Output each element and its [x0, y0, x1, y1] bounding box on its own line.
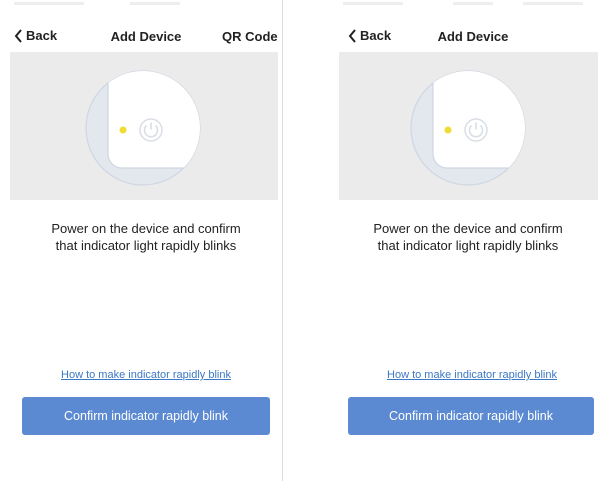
back-label: Back [26, 28, 58, 43]
qr-code-button[interactable]: QR Code [222, 29, 278, 44]
instruction-text: Power on the device and confirm that ind… [373, 220, 562, 254]
confirm-blink-button[interactable]: Confirm indicator rapidly blink [348, 397, 594, 435]
power-icon [464, 118, 488, 142]
instruction-line-1: Power on the device and confirm [373, 221, 563, 236]
chevron-left-icon [14, 28, 22, 43]
device-illustration-panel [10, 52, 278, 200]
instruction-text: Power on the device and confirm that ind… [51, 220, 240, 254]
status-bar-residue [14, 2, 84, 5]
indicator-light-icon [119, 126, 127, 134]
screen-add-device-left: Back Add Device QR Code Power on the dev… [0, 0, 282, 481]
screen-add-device-right: Back Add Device Power on the device and … [283, 0, 598, 481]
status-bar-residue [343, 2, 403, 5]
status-bar-residue [523, 2, 583, 5]
page-title: Add Device [437, 29, 509, 44]
back-button[interactable]: Back [14, 28, 57, 43]
help-link[interactable]: How to make indicator rapidly blink [61, 369, 231, 381]
instruction-line-2: that indicator light rapidly blinks [377, 238, 559, 253]
help-link[interactable]: How to make indicator rapidly blink [387, 369, 557, 381]
indicator-light-icon [444, 126, 452, 134]
device-illustration-panel [339, 52, 598, 200]
instruction-line-1: Power on the device and confirm [51, 221, 241, 236]
page-title: Add Device [110, 29, 182, 44]
nav-bar: Back Add Device QR Code [0, 26, 282, 48]
device-illustration [410, 70, 526, 191]
confirm-blink-button[interactable]: Confirm indicator rapidly blink [22, 397, 270, 435]
power-icon [139, 118, 163, 142]
back-label: Back [360, 28, 392, 43]
nav-bar: Back Add Device [283, 26, 598, 48]
instruction-line-2: that indicator light rapidly blinks [55, 238, 237, 253]
status-bar-residue [130, 2, 180, 5]
status-bar-residue [453, 2, 493, 5]
back-button[interactable]: Back [348, 28, 391, 43]
page: Back Add Device QR Code Power on the dev… [0, 0, 598, 481]
chevron-left-icon [348, 28, 356, 43]
device-illustration [85, 70, 201, 191]
